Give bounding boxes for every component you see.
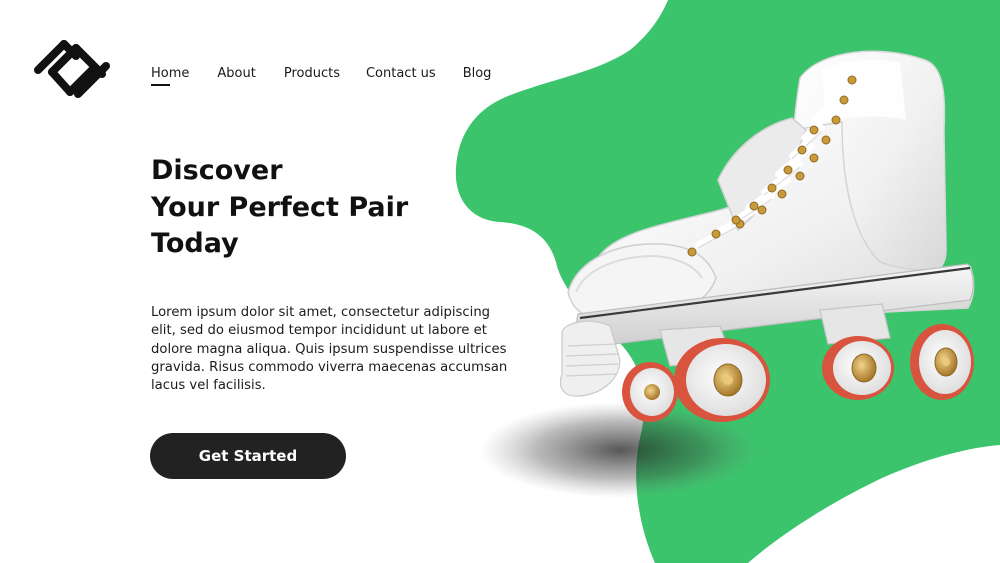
skate-wheel (674, 338, 770, 422)
toe-stop (559, 320, 621, 397)
nav-item-contact-us[interactable]: Contact us (366, 66, 436, 81)
hero-headline: Discover Your Perfect Pair Today (151, 153, 481, 263)
get-started-button[interactable]: Get Started (150, 433, 346, 479)
nav-item-label: Contact us (365, 66, 436, 81)
nav-item-label: Products (283, 66, 340, 81)
nav-item-home[interactable]: Home (151, 66, 190, 86)
nav-item-about[interactable]: About (217, 66, 255, 81)
diamond-lattice-logo-icon[interactable] (32, 36, 112, 100)
headline-line: Your Perfect Pair (151, 191, 409, 223)
nav-item-label: About (217, 66, 256, 81)
headline-line: Discover (151, 155, 283, 186)
main-nav: Home About Products Contact us Blog (151, 66, 491, 86)
landing-page: Home About Products Contact us Blog Disc… (0, 0, 1000, 563)
skate-wheel (910, 324, 974, 400)
white-roller-skate-image (480, 50, 975, 498)
nav-item-products[interactable]: Products (284, 66, 340, 81)
active-nav-indicator (151, 84, 170, 86)
headline-line: Today (151, 228, 239, 259)
skate-wheel (622, 362, 678, 422)
skate-wheel (822, 336, 894, 400)
nav-item-label: Home (151, 66, 190, 81)
